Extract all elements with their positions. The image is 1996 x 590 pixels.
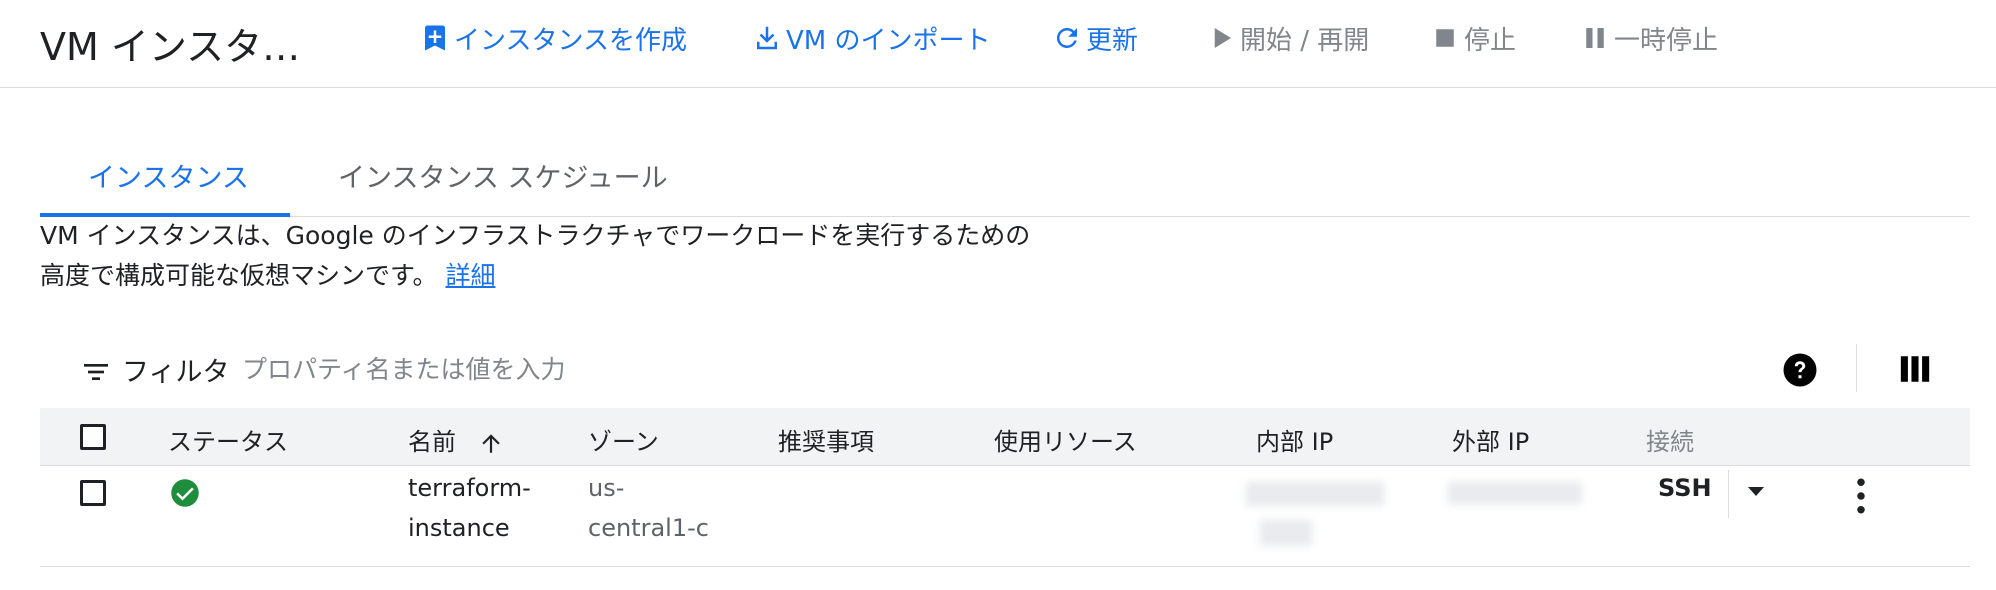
column-header-recommendations[interactable]: 推奨事項 [778, 422, 874, 457]
start-resume-label: 開始 / 再開 [1240, 25, 1370, 56]
import-vm-label: VM のインポート [786, 25, 991, 56]
add-box-icon [425, 25, 445, 51]
instance-name-line-1: terraform- [408, 474, 531, 502]
column-header-connect: 接続 [1646, 428, 1694, 456]
learn-more-link[interactable]: 詳細 [445, 261, 495, 290]
create-instance-label: インスタンスを作成 [454, 25, 687, 56]
import-vm-button[interactable]: VM のインポート [752, 18, 990, 58]
column-header-name-label: 名前 [408, 428, 456, 456]
instance-zone-line-1: us- [588, 474, 625, 502]
column-header-name[interactable]: 名前 [408, 422, 504, 457]
stop-label: 停止 [1464, 25, 1517, 56]
create-instance-button[interactable]: インスタンスを作成 [420, 18, 687, 58]
instance-zone: us- central1-c [588, 468, 709, 548]
table-header: ステータス 名前 ゾーン 推奨事項 使用リソース 内部 IP 外部 IP 接続 [40, 408, 1970, 466]
instance-zone-line-2: central1-c [588, 514, 709, 542]
table-row[interactable]: terraform- instance us- central1-c SSH [40, 466, 1970, 567]
suspend-label: 一時停止 [1614, 25, 1719, 56]
refresh-icon [1056, 27, 1077, 48]
page-title: VM インスタ… [40, 25, 301, 69]
more-actions-icon[interactable] [1846, 476, 1876, 516]
pause-icon [1586, 28, 1604, 48]
help-icon[interactable] [1782, 352, 1818, 388]
column-header-internal-ip[interactable]: 内部 IP [1256, 422, 1333, 457]
column-display-icon[interactable] [1898, 352, 1932, 386]
column-header-status[interactable]: ステータス [168, 422, 288, 457]
filter-bar-divider [1856, 344, 1857, 392]
description-line-2: 高度で構成可能な仮想マシンです。 [40, 261, 438, 290]
page-description: VM インスタンスは、Google のインフラストラクチャでワークロードを実行す… [40, 216, 1140, 296]
ssh-button[interactable]: SSH [1658, 474, 1712, 502]
download-icon [757, 26, 777, 50]
filter-input[interactable] [240, 346, 1244, 392]
column-header-external-ip[interactable]: 外部 IP [1452, 422, 1529, 457]
action-bar: VM インスタ… インスタンスを作成 VM のインポート 更新 開始 / 再開 … [0, 0, 1996, 88]
column-header-zone[interactable]: ゾーン [588, 422, 659, 457]
column-header-in-use-by[interactable]: 使用リソース [994, 422, 1137, 457]
tab-instance-schedules[interactable]: インスタンス スケジュール [338, 156, 668, 195]
filter-list-icon[interactable] [80, 356, 112, 388]
start-resume-button[interactable]: 開始 / 再開 [1206, 18, 1369, 58]
suspend-button[interactable]: 一時停止 [1580, 18, 1718, 58]
tab-bar: インスタンス インスタンス スケジュール [40, 140, 1970, 217]
instance-name-line-2: instance [408, 514, 510, 542]
tab-instances[interactable]: インスタンス [88, 156, 249, 195]
ssh-dropdown-arrow-icon[interactable] [1746, 484, 1766, 498]
stop-button[interactable]: 停止 [1430, 18, 1516, 58]
play-icon [1214, 28, 1231, 48]
row-select-checkbox[interactable] [80, 480, 106, 506]
select-all-checkbox[interactable] [80, 424, 106, 450]
ssh-divider [1728, 470, 1729, 518]
refresh-label: 更新 [1086, 25, 1139, 56]
filter-bar: フィルタ [40, 340, 1970, 406]
status-running-icon [171, 479, 199, 507]
stop-icon [1436, 29, 1454, 47]
description-line-1: VM インスタンスは、Google のインフラストラクチャでワークロードを実行す… [40, 221, 1031, 250]
instance-name[interactable]: terraform- instance [408, 468, 531, 548]
sort-ascending-icon [481, 434, 500, 453]
refresh-button[interactable]: 更新 [1052, 18, 1138, 58]
filter-label: フィルタ [122, 357, 230, 388]
